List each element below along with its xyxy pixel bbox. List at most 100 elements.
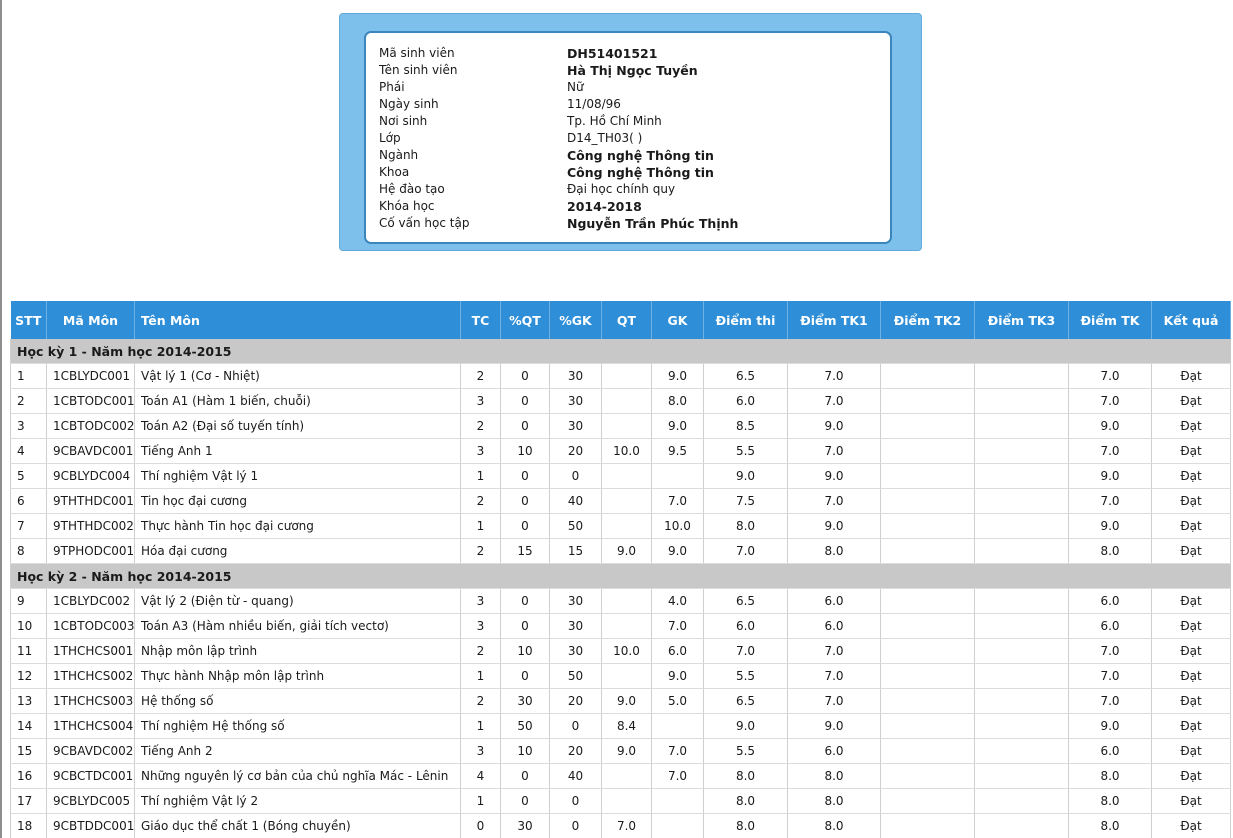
table-cell: 4.0	[651, 588, 704, 614]
column-header[interactable]: Điểm thi	[703, 301, 788, 339]
table-cell: Đạt	[1151, 763, 1231, 789]
table-cell: 7.0	[787, 438, 881, 464]
column-header[interactable]: Kết quả	[1151, 301, 1231, 339]
table-cell: 1CBLYDC001	[46, 363, 135, 389]
table-cell: 7.0	[651, 488, 704, 514]
table-cell	[974, 488, 1069, 514]
table-cell: 5.5	[703, 663, 788, 689]
table-cell: 9	[10, 588, 47, 614]
info-value: Công nghệ Thông tin	[567, 148, 714, 163]
column-header[interactable]: Điểm TK2	[880, 301, 975, 339]
table-cell: 5.5	[703, 438, 788, 464]
info-label: Hệ đào tạo	[379, 182, 445, 196]
column-header[interactable]: QT	[601, 301, 652, 339]
info-row: Lớp D14_TH03( )	[379, 130, 890, 147]
table-cell	[974, 688, 1069, 714]
table-cell: 9.0	[601, 688, 652, 714]
info-row: Hệ đào tạo Đại học chính quy	[379, 181, 890, 198]
table-cell: 17	[10, 788, 47, 814]
table-cell	[974, 738, 1069, 764]
table-cell: 1THCHCS003	[46, 688, 135, 714]
page: Mã sinh viên DH51401521 Tên sinh viên Hà Th…	[0, 0, 1233, 838]
table-cell: 8.0	[1068, 813, 1152, 838]
table-cell: 0	[500, 788, 550, 814]
table-cell: 30	[549, 638, 602, 664]
table-cell: 1CBTODC003	[46, 613, 135, 639]
info-row: Cố vấn học tập Nguyễn Trần Phúc Thịnh	[379, 215, 890, 232]
info-row: Phái Nữ	[379, 79, 890, 96]
table-cell: Thực hành Nhập môn lập trình	[134, 663, 461, 689]
table-row: 6 9THTHDC001 Tin học đại cương 2 0 40 7.0 7.5 7.…	[10, 488, 1231, 514]
info-label: Lớp	[379, 131, 401, 145]
column-header[interactable]: Điểm TK3	[974, 301, 1069, 339]
table-cell: 9.0	[651, 413, 704, 439]
info-row: Mã sinh viên DH51401521	[379, 45, 890, 62]
table-cell: Toán A3 (Hàm nhiều biến, giải tích vectơ…	[134, 613, 461, 639]
table-cell: 8	[10, 538, 47, 564]
table-cell: 30	[549, 613, 602, 639]
table-cell	[880, 438, 975, 464]
column-header[interactable]: GK	[651, 301, 704, 339]
table-cell: 5	[10, 463, 47, 489]
table-cell	[974, 638, 1069, 664]
table-cell: 9CBLYDC005	[46, 788, 135, 814]
column-header[interactable]: %QT	[500, 301, 550, 339]
table-cell: 15	[10, 738, 47, 764]
table-cell: 10.0	[651, 513, 704, 539]
table-cell: 40	[549, 488, 602, 514]
table-cell: 20	[549, 738, 602, 764]
table-cell: 8.0	[1068, 763, 1152, 789]
table-cell: 50	[500, 713, 550, 739]
table-cell: 9.0	[601, 538, 652, 564]
table-cell	[601, 363, 652, 389]
info-label: Phái	[379, 80, 405, 94]
table-cell: 6.0	[1068, 588, 1152, 614]
table-cell: 6.0	[787, 588, 881, 614]
column-header[interactable]: TC	[460, 301, 501, 339]
table-cell: 1CBTODC002	[46, 413, 135, 439]
column-header[interactable]: Điểm TK1	[787, 301, 881, 339]
table-cell: 10.0	[601, 638, 652, 664]
info-value: 2014-2018	[567, 199, 642, 214]
column-header[interactable]: Điểm TK	[1068, 301, 1152, 339]
table-cell: 9.0	[601, 738, 652, 764]
table-cell	[880, 638, 975, 664]
column-header[interactable]: Tên Môn	[134, 301, 461, 339]
table-cell: 9THTHDC002	[46, 513, 135, 539]
table-cell	[601, 488, 652, 514]
table-cell: Đạt	[1151, 588, 1231, 614]
table-cell	[974, 663, 1069, 689]
table-cell: 0	[549, 713, 602, 739]
table-cell: 7.0	[787, 363, 881, 389]
column-header[interactable]: STT	[10, 301, 47, 339]
column-header[interactable]: %GK	[549, 301, 602, 339]
table-cell: 8.0	[703, 763, 788, 789]
info-row: Tên sinh viên Hà Thị Ngọc Tuyền	[379, 62, 890, 79]
table-cell: 0	[500, 488, 550, 514]
table-cell: 7.0	[601, 813, 652, 838]
table-cell	[880, 513, 975, 539]
table-cell	[880, 663, 975, 689]
table-cell: Toán A2 (Đại số tuyến tính)	[134, 413, 461, 439]
table-cell: 6.0	[1068, 613, 1152, 639]
table-cell: Đạt	[1151, 713, 1231, 739]
table-cell: 7.0	[1068, 663, 1152, 689]
table-cell: 9CBAVDC002	[46, 738, 135, 764]
info-label: Ngành	[379, 148, 419, 162]
table-cell: 14	[10, 713, 47, 739]
left-divider	[0, 0, 2, 838]
table-cell: 7.0	[1068, 488, 1152, 514]
table-cell: 7.0	[787, 638, 881, 664]
table-cell	[880, 688, 975, 714]
table-row: 17 9CBLYDC005 Thí nghiệm Vật lý 2 1 0 0 8.0 8.0…	[10, 788, 1231, 814]
table-cell: 7.0	[787, 388, 881, 414]
table-cell: 7.0	[1068, 638, 1152, 664]
table-cell	[974, 763, 1069, 789]
column-header[interactable]: Mã Môn	[46, 301, 135, 339]
table-cell: 13	[10, 688, 47, 714]
table-cell	[601, 388, 652, 414]
table-cell	[601, 613, 652, 639]
info-label: Tên sinh viên	[379, 63, 458, 77]
info-value: Nữ	[567, 80, 584, 94]
table-cell: 1THCHCS001	[46, 638, 135, 664]
